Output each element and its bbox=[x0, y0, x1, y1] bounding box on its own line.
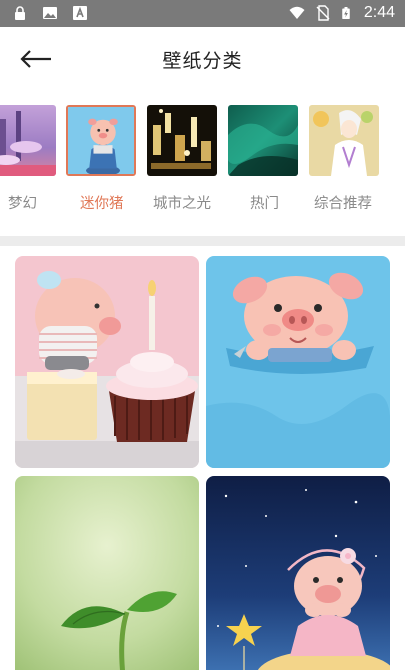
image-icon bbox=[43, 7, 57, 19]
category-item-dream[interactable]: 梦幻 bbox=[0, 100, 58, 230]
wallpaper-image bbox=[206, 256, 390, 468]
wallpaper-image bbox=[206, 476, 390, 670]
wallpaper-card-pig-cupcake[interactable] bbox=[15, 256, 199, 468]
category-thumbnail bbox=[228, 105, 298, 176]
wallpaper-image bbox=[15, 256, 199, 468]
wifi-icon bbox=[289, 6, 305, 19]
lock-icon bbox=[15, 6, 25, 20]
category-label: 综合推荐 bbox=[314, 196, 372, 212]
section-divider bbox=[0, 236, 405, 246]
category-strip[interactable]: 梦幻 迷你猪 城市之光 热门 综合推荐 bbox=[0, 100, 405, 230]
status-bar: 2:44 bbox=[0, 0, 405, 27]
text-a-icon bbox=[73, 6, 87, 20]
category-item-recommended[interactable]: 综合推荐 bbox=[305, 100, 381, 230]
category-item-mini-pig[interactable]: 迷你猪 bbox=[62, 100, 138, 230]
category-item-city-light[interactable]: 城市之光 bbox=[143, 100, 219, 230]
battery-charging-icon bbox=[342, 7, 350, 19]
category-thumbnail bbox=[147, 105, 217, 176]
app-header: 壁纸分类 bbox=[0, 27, 405, 91]
category-thumbnail bbox=[309, 105, 379, 176]
wallpaper-image bbox=[15, 476, 199, 670]
page-title: 壁纸分类 bbox=[162, 50, 243, 72]
clock: 2:44 bbox=[363, 4, 395, 21]
wallpaper-card-sprout[interactable] bbox=[15, 476, 199, 670]
wallpaper-card-pig-pocket[interactable] bbox=[206, 256, 390, 468]
wallpaper-card-pig-night[interactable] bbox=[206, 476, 390, 670]
category-thumbnail bbox=[0, 105, 56, 176]
category-thumbnail bbox=[66, 105, 136, 176]
category-item-hot[interactable]: 热门 bbox=[224, 100, 300, 230]
no-sim-icon bbox=[316, 5, 330, 21]
